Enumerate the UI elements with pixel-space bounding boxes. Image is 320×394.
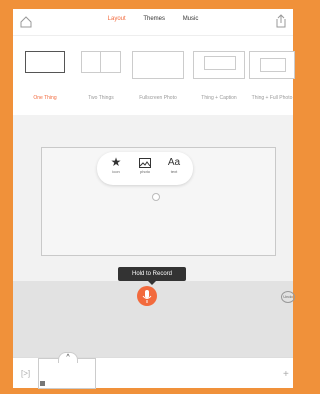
add-slide-button[interactable]: + [283,369,289,380]
tab-layout[interactable]: Layout [108,16,126,22]
layout-one-thing[interactable]: One Thing [25,51,65,101]
add-icon-label: icon [112,169,120,174]
layout-label: Thing + Full Photo [251,95,293,101]
add-content-popover: ★ icon photo Aa text [97,152,193,185]
layout-label: Thing + Caption [201,95,237,101]
chevron-up-icon: ^ [66,354,70,361]
add-icon-option[interactable]: ★ icon [103,155,129,175]
tab-bar: Layout Themes Music [13,16,293,22]
hold-to-record-tooltip: Hold to Record [118,267,186,285]
popover-anchor-dot[interactable] [152,193,160,201]
record-button[interactable] [137,286,157,306]
layout-two-things-thumb [81,51,121,73]
reorder-button[interactable]: [>] [21,369,30,378]
add-photo-option[interactable]: photo [132,156,158,174]
top-bar: Layout Themes Music [13,9,293,36]
text-icon: Aa [167,157,181,168]
photo-icon [132,156,158,169]
tab-themes[interactable]: Themes [143,16,165,22]
layout-thing-full-photo[interactable]: Thing + Full Photo [249,51,295,101]
layout-label: Two Things [88,95,114,101]
layout-thing-full-photo-thumb [249,51,295,79]
share-icon [276,14,286,28]
collapse-strip-button[interactable]: ^ [58,352,78,363]
layout-picker: One Thing Two Things Fullscreen Photo Th… [13,43,295,113]
microphone-icon [142,290,152,303]
share-button[interactable] [275,14,287,28]
tab-music[interactable]: Music [183,16,199,22]
layout-fullscreen-thumb [132,51,184,79]
layout-thing-caption-thumb [193,51,245,79]
layout-thing-caption[interactable]: Thing + Caption [193,51,245,101]
layout-label: One Thing [33,95,57,101]
undo-button[interactable]: Undo [281,291,295,303]
layout-two-things[interactable]: Two Things [81,51,121,101]
add-text-option[interactable]: Aa text [161,156,187,174]
layout-one-thing-thumb [25,51,65,73]
layout-label: Fullscreen Photo [139,95,177,101]
reorder-icon: [>] [21,369,31,378]
layout-fullscreen-photo[interactable]: Fullscreen Photo [132,51,184,101]
add-text-label: text [170,169,178,174]
slide-thumbnail-badge [40,381,45,386]
star-icon: ★ [110,155,122,169]
add-photo-label: photo [139,169,150,174]
plus-icon: + [283,369,289,380]
